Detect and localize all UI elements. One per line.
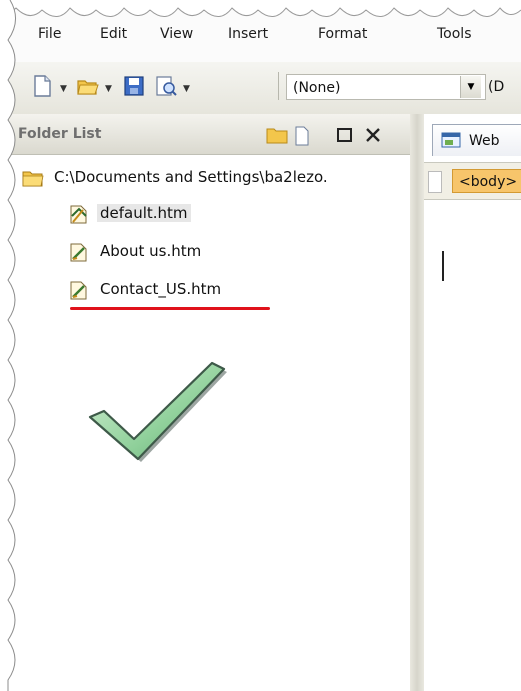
editor-pane: Web <body> bbox=[424, 114, 521, 691]
root-path-label: C:\Documents and Settings\ba2lezo. bbox=[54, 168, 328, 186]
chevron-down-icon[interactable]: ▼ bbox=[460, 76, 481, 98]
tab-label: Web bbox=[469, 133, 500, 149]
red-underline-annotation bbox=[70, 307, 270, 310]
tag-selector-button[interactable] bbox=[428, 171, 442, 193]
new-file-icon[interactable] bbox=[294, 126, 310, 146]
new-page-icon[interactable] bbox=[30, 74, 54, 98]
torn-left-edge bbox=[0, 0, 16, 691]
home-page-icon bbox=[70, 205, 87, 224]
folder-list-header: Folder List bbox=[0, 114, 410, 155]
font-select[interactable]: (D bbox=[488, 74, 521, 100]
new-dropdown-icon[interactable]: ▼ bbox=[60, 84, 67, 94]
folder-list-title: Folder List bbox=[18, 126, 102, 142]
tab-web[interactable]: Web bbox=[432, 124, 521, 156]
folder-icon bbox=[22, 171, 44, 187]
torn-top-edge bbox=[0, 0, 521, 17]
quick-tag-bar: <body> bbox=[424, 162, 521, 200]
toolbar-separator bbox=[278, 72, 279, 100]
screenshot: File Edit View Insert Format Tools ▼ ▼ ▼ bbox=[0, 0, 521, 691]
close-icon[interactable] bbox=[364, 126, 382, 144]
html-file-icon bbox=[70, 243, 87, 262]
file-name: About us.htm bbox=[100, 242, 202, 260]
web-page-icon bbox=[441, 132, 461, 148]
preview-icon[interactable] bbox=[154, 74, 178, 98]
style-select[interactable]: (None) bbox=[286, 74, 486, 100]
text-caret bbox=[442, 251, 444, 281]
new-folder-icon[interactable] bbox=[266, 126, 288, 144]
open-folder-icon[interactable] bbox=[76, 74, 100, 98]
file-name: Contact_US.htm bbox=[100, 280, 222, 298]
save-icon[interactable] bbox=[122, 74, 146, 98]
toolbar: ▼ ▼ ▼ (None) ▼ (D bbox=[0, 62, 521, 115]
panel-splitter[interactable] bbox=[410, 114, 424, 691]
checkmark-icon bbox=[88, 361, 227, 462]
file-name: default.htm bbox=[97, 204, 191, 222]
html-file-icon bbox=[70, 281, 87, 300]
preview-dropdown-icon[interactable]: ▼ bbox=[183, 84, 190, 94]
body-tag[interactable]: <body> bbox=[452, 169, 521, 193]
maximize-icon[interactable] bbox=[336, 126, 354, 144]
open-dropdown-icon[interactable]: ▼ bbox=[105, 84, 112, 94]
